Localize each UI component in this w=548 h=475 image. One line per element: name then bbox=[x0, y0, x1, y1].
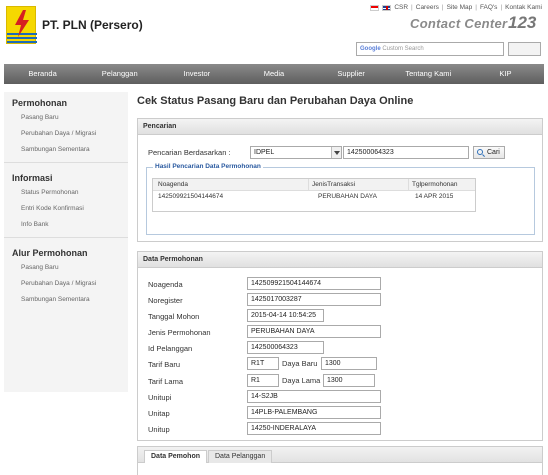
idpel-field[interactable]: 142500064323 bbox=[247, 341, 324, 354]
noagenda-field[interactable]: 142509921504144674 bbox=[247, 277, 381, 290]
table-row[interactable]: 142509921504144674 PERUBAHAN DAYA 14 APR… bbox=[153, 191, 475, 203]
nav-beranda[interactable]: Beranda bbox=[4, 64, 81, 84]
results-fieldset: Hasil Pencarian Data Permohonan Noagenda… bbox=[146, 163, 535, 235]
data-permohonan-heading: Data Permohonan bbox=[138, 252, 542, 268]
unitap-label: Unitap bbox=[148, 409, 170, 418]
unitup-field[interactable]: 14250-INDERALAYA bbox=[247, 422, 381, 435]
unitup-label: Unitup bbox=[148, 425, 170, 434]
search-type-select[interactable]: IDPEL bbox=[250, 146, 342, 159]
search-input[interactable]: Google Custom Search bbox=[356, 42, 504, 56]
sidebar-group-permohonan: Permohonan Pasang Baru Perubahan Daya / … bbox=[4, 92, 128, 158]
nav-kip[interactable]: KIP bbox=[467, 64, 544, 84]
noagenda-label: Noagenda bbox=[148, 280, 183, 289]
pln-logo[interactable] bbox=[6, 6, 37, 44]
tarif-lama-label: Tarif Lama bbox=[148, 377, 184, 386]
unitupi-label: Unitupi bbox=[148, 393, 172, 402]
nav-investor[interactable]: Investor bbox=[158, 64, 235, 84]
sidebar-item-status-permohonan[interactable]: Status Permohonan bbox=[4, 185, 128, 201]
results-grid: Noagenda JenisTransaksi Tglpermohonan 14… bbox=[152, 178, 476, 212]
col-jenistransaksi[interactable]: JenisTransaksi bbox=[308, 179, 408, 191]
link-site-map[interactable]: Site Map bbox=[447, 4, 473, 11]
col-noagenda[interactable]: Noagenda bbox=[158, 179, 188, 191]
pencarian-panel: Pencarian Pencarian Berdasarkan : IDPEL … bbox=[137, 118, 543, 242]
daya-lama-label: Daya Lama bbox=[282, 376, 321, 385]
tarif-baru-label: Tarif Baru bbox=[148, 360, 181, 369]
tab-data-pemohon[interactable]: Data Pemohon bbox=[144, 450, 208, 463]
noregister-field[interactable]: 1425017003287 bbox=[247, 293, 381, 306]
link-kontak[interactable]: Kontak Kami bbox=[505, 4, 542, 11]
sidebar-group-alur: Alur Permohonan Pasang Baru Perubahan Da… bbox=[4, 242, 128, 308]
col-tglpermohonan[interactable]: Tglpermohonan bbox=[408, 179, 475, 191]
link-faq[interactable]: FAQ's bbox=[480, 4, 498, 11]
chevron-down-icon bbox=[331, 147, 341, 158]
sidebar-item-alur-sambungan[interactable]: Sambungan Sementara bbox=[4, 292, 128, 308]
sidebar-item-alur-pasang-baru[interactable]: Pasang Baru bbox=[4, 260, 128, 276]
nav-supplier[interactable]: Supplier bbox=[313, 64, 390, 84]
tanggal-label: Tanggal Mohon bbox=[148, 312, 200, 321]
jenis-field[interactable]: PERUBAHAN DAYA bbox=[247, 325, 381, 338]
sidebar-item-pasang-baru[interactable]: Pasang Baru bbox=[4, 110, 128, 126]
search-brand: Google bbox=[360, 46, 381, 52]
nav-tentang-kami[interactable]: Tentang Kami bbox=[390, 64, 467, 84]
tanggal-field[interactable]: 2015-04-14 10:54:25 bbox=[247, 309, 324, 322]
link-careers[interactable]: Careers bbox=[416, 4, 439, 11]
detail-tabs: Data Pemohon Data Pelanggan bbox=[138, 447, 542, 463]
sidebar-title: Alur Permohonan bbox=[12, 248, 88, 258]
cari-label: Cari bbox=[487, 149, 500, 156]
daya-baru-label: Daya Baru bbox=[282, 359, 318, 368]
nav-media[interactable]: Media bbox=[235, 64, 312, 84]
tab-data-pelanggan[interactable]: Data Pelanggan bbox=[208, 450, 273, 463]
uk-flag-icon[interactable] bbox=[382, 4, 392, 11]
sidebar-group-informasi: Informasi Status Permohonan Entri Kode K… bbox=[4, 167, 128, 233]
lightning-icon bbox=[7, 10, 37, 43]
unitap-field[interactable]: 14PLB-PALEMBANG bbox=[247, 406, 381, 419]
idpel-label: Id Pelanggan bbox=[148, 344, 193, 353]
top-links: CSR | Careers | Site Map | FAQ's | Kontak Ka… bbox=[370, 4, 542, 11]
contact-center-number: 123 bbox=[508, 13, 537, 32]
contact-center-text: Contact Center bbox=[410, 16, 508, 31]
pencarian-label: Pencarian Berdasarkan : bbox=[148, 148, 231, 157]
noregister-label: Noregister bbox=[148, 296, 183, 305]
sidebar-divider bbox=[4, 237, 128, 238]
sidebar-item-alur-perubahan-daya[interactable]: Perubahan Daya / Migrasi bbox=[4, 276, 128, 292]
sidebar-item-perubahan-daya[interactable]: Perubahan Daya / Migrasi bbox=[4, 126, 128, 142]
search-icon bbox=[477, 149, 483, 155]
sidebar: Permohonan Pasang Baru Perubahan Daya / … bbox=[4, 92, 128, 392]
sidebar-item-info-bank[interactable]: Info Bank bbox=[4, 217, 128, 233]
link-csr[interactable]: CSR bbox=[394, 4, 408, 11]
data-permohonan-panel: Data Permohonan Noagenda 142509921504144… bbox=[137, 251, 543, 441]
sidebar-title: Permohonan bbox=[12, 98, 68, 108]
daya-baru-field[interactable]: 1300 bbox=[321, 357, 377, 370]
main-nav: Beranda Pelanggan Investor Media Supplie… bbox=[4, 64, 544, 84]
cell-jenistransaksi: PERUBAHAN DAYA bbox=[318, 193, 377, 200]
sidebar-divider bbox=[4, 162, 128, 163]
sidebar-title: Informasi bbox=[12, 173, 53, 183]
tarif-baru-field[interactable]: R1T bbox=[247, 357, 279, 370]
sidebar-item-entri-kode[interactable]: Entri Kode Konfirmasi bbox=[4, 201, 128, 217]
results-grid-header: Noagenda JenisTransaksi Tglpermohonan bbox=[153, 179, 475, 191]
cari-button[interactable]: Cari bbox=[473, 146, 505, 159]
results-legend: Hasil Pencarian Data Permohonan bbox=[153, 163, 263, 170]
jenis-label: Jenis Permohonan bbox=[148, 328, 211, 337]
brand-name: PT. PLN (Persero) bbox=[42, 18, 143, 32]
cell-tglpermohonan: 14 APR 2015 bbox=[415, 193, 454, 200]
daya-lama-field[interactable]: 1300 bbox=[323, 374, 375, 387]
indonesia-flag-icon[interactable] bbox=[370, 4, 380, 11]
site-header: PT. PLN (Persero) CSR | Careers | Site Map… bbox=[0, 0, 548, 62]
search-type-value: IDPEL bbox=[254, 149, 275, 156]
cell-noagenda: 142509921504144674 bbox=[158, 193, 224, 200]
nav-pelanggan[interactable]: Pelanggan bbox=[81, 64, 158, 84]
pencarian-heading: Pencarian bbox=[138, 119, 542, 135]
detail-tab-panel: Data Pemohon Data Pelanggan bbox=[137, 446, 543, 475]
search-placeholder: Custom Search bbox=[382, 46, 424, 52]
search-value-input[interactable]: 142500064323 bbox=[343, 146, 469, 159]
search-button[interactable] bbox=[508, 42, 541, 56]
tarif-lama-field[interactable]: R1 bbox=[247, 374, 279, 387]
sidebar-item-sambungan-sementara[interactable]: Sambungan Sementara bbox=[4, 142, 128, 158]
unitupi-field[interactable]: 14-S2JB bbox=[247, 390, 381, 403]
page-title: Cek Status Pasang Baru dan Perubahan Day… bbox=[137, 95, 414, 107]
